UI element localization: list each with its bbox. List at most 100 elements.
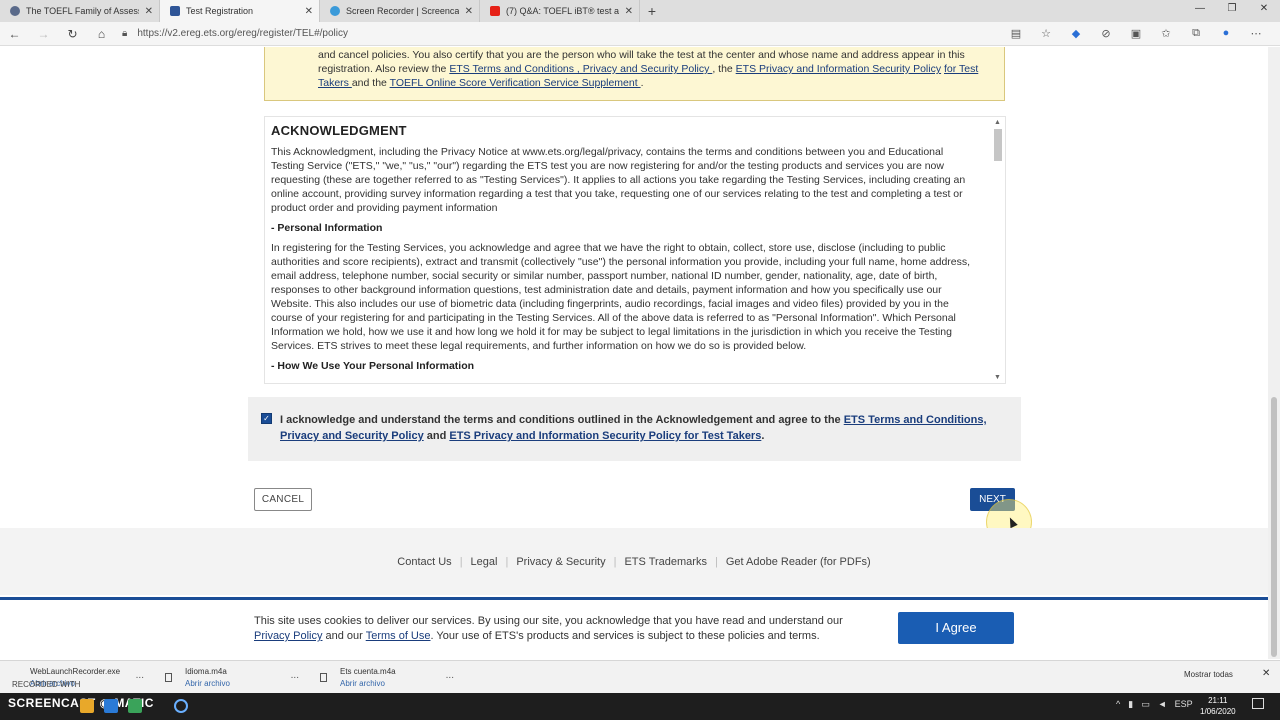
chevron-up-icon[interactable]: ^ (1116, 699, 1120, 710)
download-name: WebLaunchRecorder.exe (30, 667, 121, 676)
scroll-up-icon[interactable]: ▲ (994, 119, 1001, 126)
page-scroll-thumb[interactable] (1271, 397, 1277, 657)
download-item[interactable]: Ets cuenta.m4a Abrir archivo ... (310, 661, 460, 694)
personal-information-heading: - Personal Information (271, 222, 383, 234)
page-content: and cancel policies. You also certify th… (0, 47, 1268, 659)
block-icon[interactable]: ⊘ (1094, 27, 1118, 40)
i-agree-button[interactable]: I Agree (898, 612, 1014, 644)
recorder-icon[interactable] (174, 699, 188, 713)
lock-icon: 🔒︎ (122, 28, 128, 39)
favorite-star-icon[interactable]: ☆ (1034, 27, 1058, 40)
close-tab-icon[interactable]: ✕ (625, 6, 633, 17)
agree-text: . (761, 430, 765, 442)
download-name: Ets cuenta.m4a (340, 667, 396, 676)
footer-link-legal[interactable]: Legal (463, 556, 506, 568)
page-scrollbar[interactable] (1268, 47, 1280, 659)
footer-link-adobe[interactable]: Get Adobe Reader (for PDFs) (718, 556, 879, 568)
page-footer: Contact Us | Legal | Privacy & Security … (0, 528, 1268, 595)
close-tab-icon[interactable]: ✕ (145, 6, 153, 17)
notice-text: and cancel policies. You also certify th… (318, 49, 946, 61)
window-controls: — ❐ ✕ (1184, 0, 1280, 22)
forward-icon[interactable]: → (29, 27, 58, 41)
collections-icon[interactable]: ⧉ (1184, 27, 1208, 40)
file-explorer-icon[interactable] (80, 699, 94, 713)
download-name: Idioma.m4a (185, 667, 227, 676)
cookie-text: This site uses cookies to deliver our se… (254, 614, 864, 644)
home-icon[interactable]: ⌂ (87, 27, 116, 41)
maximize-icon[interactable]: ❐ (1216, 0, 1248, 22)
address-bar: ← → ↻ ⌂ 🔒︎ https://v2.ereg.ets.org/ereg/… (0, 22, 1280, 46)
more-options-icon[interactable]: ... (446, 670, 454, 681)
footer-link-privacy[interactable]: Privacy & Security (508, 556, 613, 568)
youtube-icon (490, 6, 500, 16)
acknowledgment-scroll-box[interactable]: ACKNOWLEDGMENT This Acknowledgment, incl… (264, 116, 1006, 384)
cookie-text-part: This site uses cookies to deliver our se… (254, 615, 843, 627)
volume-icon[interactable]: ◄ (1158, 699, 1167, 710)
close-tab-icon[interactable]: ✕ (305, 6, 313, 17)
ets-privacy-link[interactable]: ETS Privacy and Information Security Pol… (449, 430, 761, 442)
new-tab-button[interactable]: + (640, 0, 664, 22)
tab-title: (7) Q&A: TOEFL iBT® test at ho (506, 6, 619, 16)
reading-view-icon[interactable]: ▤ (1004, 27, 1028, 40)
tab-toefl-family[interactable]: The TOEFL Family of Assessment ✕ (0, 0, 160, 22)
tab-screen-recorder[interactable]: Screen Recorder | Screencast-O- ✕ (320, 0, 480, 22)
back-icon[interactable]: ← (0, 27, 29, 41)
ets-terms-link[interactable]: ETS Terms and Conditions , Privacy and S… (449, 63, 712, 75)
download-item[interactable]: WebLaunchRecorder.exe Abrir archivo ... (0, 661, 150, 694)
tab-title: Test Registration (186, 6, 254, 16)
open-file-link[interactable]: Abrir archivo (340, 679, 460, 688)
download-item[interactable]: Idioma.m4a Abrir archivo ... (155, 661, 305, 694)
file-icon (165, 673, 172, 682)
app-icon[interactable] (128, 699, 142, 713)
agree-checkbox[interactable]: ✓ (261, 413, 272, 424)
close-tab-icon[interactable]: ✕ (465, 6, 473, 17)
tab-favicon-icon (10, 6, 20, 16)
close-downloads-icon[interactable]: ✕ (1262, 668, 1270, 679)
profile-icon[interactable]: ● (1214, 27, 1238, 40)
open-file-link[interactable]: Abrir archivo (185, 679, 305, 688)
close-window-icon[interactable]: ✕ (1248, 0, 1280, 22)
scroll-down-icon[interactable]: ▼ (994, 374, 1001, 381)
notice-text: , the (712, 63, 736, 75)
notice-text: and the (351, 77, 390, 89)
tab-test-registration[interactable]: Test Registration ✕ (160, 0, 320, 22)
cancel-button[interactable]: CANCEL (254, 488, 312, 511)
extension-icon[interactable]: ◆ (1064, 27, 1088, 40)
url-field[interactable]: 🔒︎ https://v2.ereg.ets.org/ereg/register… (122, 28, 348, 39)
more-options-icon[interactable]: ... (136, 670, 144, 681)
notice-text: . (640, 77, 644, 89)
tab-favicon-icon (330, 6, 340, 16)
microphone-icon[interactable]: ▮ (1128, 699, 1133, 710)
file-icon (320, 673, 327, 682)
cookie-text-part: . Your use of ETS's products and service… (430, 630, 820, 642)
edge-icon[interactable] (104, 699, 118, 713)
minimize-icon[interactable]: — (1184, 0, 1216, 22)
scroll-thumb[interactable] (994, 129, 1002, 161)
language-indicator[interactable]: ESP (1175, 699, 1193, 710)
watermark-caption: RECORDED WITH (12, 680, 81, 689)
network-icon[interactable]: ▭ (1141, 699, 1150, 710)
favorites-icon[interactable]: ✩ (1154, 27, 1178, 40)
clock-time: 21:11 (1208, 696, 1228, 705)
acknowledgment-scrollbar[interactable]: ▲ ▼ (991, 117, 1005, 383)
privacy-policy-link[interactable]: Privacy Policy (254, 630, 322, 642)
toefl-supplement-link[interactable]: TOEFL Online Score Verification Service … (390, 77, 641, 89)
more-menu-icon[interactable]: ⋯ (1244, 27, 1268, 40)
agree-text: I acknowledge and understand the terms a… (280, 414, 844, 426)
refresh-icon[interactable]: ↻ (58, 27, 87, 41)
more-options-icon[interactable]: ... (291, 670, 299, 681)
policy-notice: and cancel policies. You also certify th… (264, 47, 1005, 101)
terms-of-use-link[interactable]: Terms of Use (366, 630, 431, 642)
extension-icon[interactable]: ▣ (1124, 27, 1148, 40)
taskbar-clock[interactable]: 21:11 1/06/2020 (1200, 695, 1236, 717)
ets-privacy-link[interactable]: ETS Privacy and Information Security Pol… (736, 63, 941, 75)
footer-link-trademarks[interactable]: ETS Trademarks (616, 556, 715, 568)
windows-taskbar (0, 693, 1280, 720)
acknowledgment-paragraph: This Acknowledgment, including the Priva… (271, 146, 966, 214)
system-tray: ^ ▮ ▭ ◄ ESP (1116, 699, 1193, 710)
show-all-downloads-button[interactable]: Mostrar todas (1184, 670, 1233, 679)
browser-tab-bar: The TOEFL Family of Assessment ✕ Test Re… (0, 0, 1280, 22)
footer-link-contact[interactable]: Contact Us (389, 556, 459, 568)
notification-icon[interactable] (1252, 698, 1264, 709)
tab-youtube-qa[interactable]: (7) Q&A: TOEFL iBT® test at ho ✕ (480, 0, 640, 22)
